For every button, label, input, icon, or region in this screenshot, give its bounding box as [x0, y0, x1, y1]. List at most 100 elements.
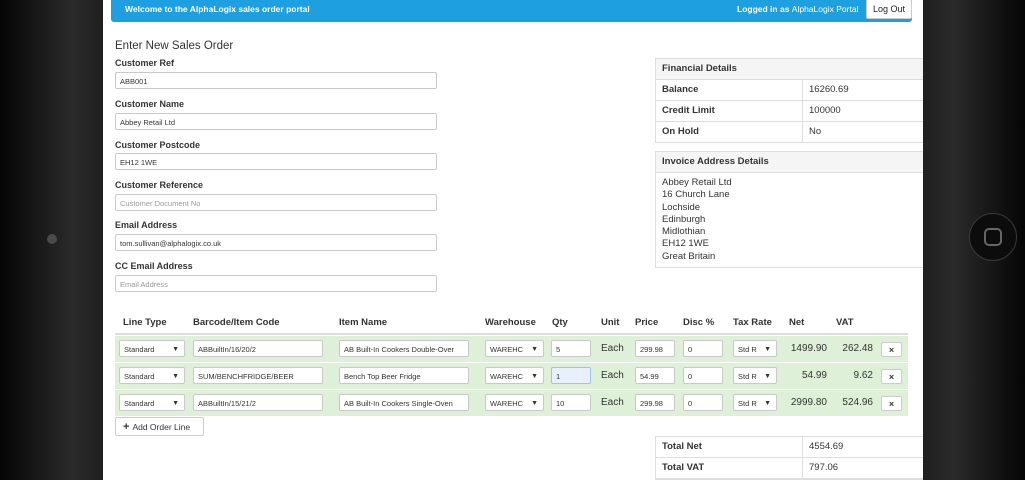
- financial-details-panel: Financial Details Balance 16260.69 Credi…: [655, 58, 923, 143]
- table-row: Standard ▼ ABBuiltIn/16/20/2 AB Built-In …: [115, 335, 908, 362]
- vat-value: 524.96: [842, 397, 873, 408]
- plus-icon: +: [123, 421, 130, 433]
- totals-key: Total Net: [656, 437, 803, 457]
- col-price: Price: [635, 317, 659, 328]
- tablet-bezel-left: [0, 0, 103, 480]
- col-item-code: Barcode/Item Code: [193, 317, 280, 328]
- disc-input[interactable]: 0: [683, 394, 723, 411]
- logged-in-prefix: Logged in as: [737, 4, 790, 14]
- qty-input[interactable]: 10: [551, 394, 591, 411]
- delete-line-button[interactable]: ×: [881, 369, 902, 384]
- net-value: 1499.90: [790, 343, 827, 354]
- home-square-icon: [984, 228, 1002, 246]
- address-line: Abbey Retail Ltd: [662, 177, 732, 188]
- tax-rate-select[interactable]: Std R ▼: [733, 340, 777, 357]
- chevron-down-icon: ▼: [764, 346, 771, 353]
- item-code-input[interactable]: ABBuiltIn/15/21/2: [193, 394, 323, 411]
- customer-postcode-label: Customer Postcode: [115, 140, 201, 150]
- price-input[interactable]: 54.99: [635, 367, 675, 384]
- financial-value: No: [809, 126, 822, 137]
- tax-rate-select[interactable]: Std R ▼: [733, 394, 777, 411]
- vat-value: 9.62: [853, 370, 873, 381]
- financial-row: On Hold No: [656, 121, 923, 142]
- item-name-input[interactable]: Bench Top Beer Fridge: [339, 367, 469, 384]
- address-line: Edinburgh: [662, 213, 706, 225]
- warehouse-select[interactable]: WAREHC ▼: [485, 340, 544, 357]
- financial-value: 16260.69: [809, 84, 849, 95]
- tax-rate-value: Std R: [738, 345, 757, 354]
- line-type-select[interactable]: Standard ▼: [119, 394, 185, 411]
- home-button[interactable]: [969, 213, 1017, 261]
- col-unit: Unit: [601, 317, 620, 328]
- customer-ref-input[interactable]: ABB001: [115, 72, 437, 89]
- tax-rate-select[interactable]: Std R ▼: [733, 367, 777, 384]
- address-line: Great Britain: [662, 250, 716, 262]
- totals-value: 4554.69: [809, 441, 844, 452]
- tax-rate-value: Std R: [738, 399, 757, 408]
- item-name-input[interactable]: AB Built-In Cookers Double-Over: [339, 340, 469, 357]
- disc-input[interactable]: 0: [683, 367, 723, 384]
- item-code-input[interactable]: SUM/BENCHFRIDGE/BEER: [193, 367, 323, 384]
- add-order-line-label: Add Order Line: [132, 422, 191, 432]
- line-type-value: Standard: [124, 345, 155, 354]
- net-value: 54.99: [801, 370, 827, 381]
- col-warehouse: Warehouse: [485, 317, 536, 328]
- logged-in-text: Logged in as AlphaLogix Portal: [737, 4, 858, 14]
- logout-button[interactable]: Log Out: [866, 0, 912, 19]
- customer-reference-input[interactable]: Customer Document No: [115, 194, 437, 211]
- chevron-down-icon: ▼: [764, 373, 771, 380]
- delete-line-button[interactable]: ×: [881, 396, 902, 411]
- cc-email-input[interactable]: Email Address: [115, 275, 437, 292]
- col-net: Net: [789, 317, 805, 328]
- totals-value: 797.06: [809, 462, 839, 473]
- disc-input[interactable]: 0: [683, 340, 723, 357]
- totals-panel: Total Net 4554.69 Total VAT 797.06: [655, 436, 923, 480]
- unit-text: Each: [601, 370, 624, 381]
- customer-name-input[interactable]: Abbey Retail Ltd: [115, 113, 437, 130]
- warehouse-value: WAREHC: [490, 372, 524, 381]
- totals-key: Total VAT: [656, 458, 803, 478]
- line-type-select[interactable]: Standard ▼: [119, 340, 185, 357]
- price-input[interactable]: 299.98: [635, 394, 675, 411]
- financial-key: On Hold: [656, 122, 803, 142]
- logged-in-user: AlphaLogix Portal: [791, 4, 859, 14]
- qty-input[interactable]: 1: [551, 367, 591, 384]
- address-line: Midlothian: [662, 226, 706, 238]
- chevron-down-icon: ▼: [764, 400, 771, 407]
- chevron-down-icon: ▼: [172, 346, 179, 353]
- chevron-down-icon: ▼: [531, 400, 538, 407]
- delete-line-button[interactable]: ×: [881, 342, 902, 357]
- item-name-input[interactable]: AB Built-In Cookers Single-Oven: [339, 394, 469, 411]
- table-header: Line Type Barcode/Item Code Item Name Wa…: [115, 313, 908, 335]
- page-title: Enter New Sales Order: [115, 40, 234, 52]
- add-order-line-button[interactable]: + Add Order Line: [115, 417, 204, 436]
- financial-key: Balance: [656, 80, 803, 100]
- address-line: Lochside: [662, 201, 701, 213]
- price-input[interactable]: 299.98: [635, 340, 675, 357]
- email-input[interactable]: tom.sullivan@alphalogix.co.uk: [115, 234, 437, 251]
- line-type-value: Standard: [124, 399, 155, 408]
- customer-ref-label: Customer Ref: [115, 58, 175, 68]
- chevron-down-icon: ▼: [531, 346, 538, 353]
- item-code-input[interactable]: ABBuiltIn/16/20/2: [193, 340, 323, 357]
- col-qty: Qty: [552, 317, 568, 328]
- line-type-select[interactable]: Standard ▼: [119, 367, 185, 384]
- financial-key: Credit Limit: [656, 101, 803, 121]
- warehouse-select[interactable]: WAREHC ▼: [485, 367, 544, 384]
- qty-input[interactable]: 5: [551, 340, 591, 357]
- col-item-name: Item Name: [339, 317, 388, 328]
- net-value: 2999.80: [790, 397, 827, 408]
- unit-text: Each: [601, 343, 624, 354]
- order-lines-table: Line Type Barcode/Item Code Item Name Wa…: [115, 313, 908, 416]
- customer-postcode-input[interactable]: EH12 1WE: [115, 153, 437, 170]
- welcome-text: Welcome to the AlphaLogix sales order po…: [125, 4, 310, 14]
- totals-row: Total VAT 797.06: [656, 458, 923, 479]
- customer-name-label: Customer Name: [115, 99, 185, 109]
- warehouse-select[interactable]: WAREHC ▼: [485, 394, 544, 411]
- vat-value: 262.48: [842, 343, 873, 354]
- invoice-address-panel: Invoice Address Details Abbey Retail Ltd…: [655, 151, 923, 269]
- warehouse-value: WAREHC: [490, 399, 524, 408]
- col-tax-rate: Tax Rate: [733, 317, 772, 328]
- warehouse-value: WAREHC: [490, 345, 524, 354]
- tablet-bezel-right: [923, 0, 1025, 480]
